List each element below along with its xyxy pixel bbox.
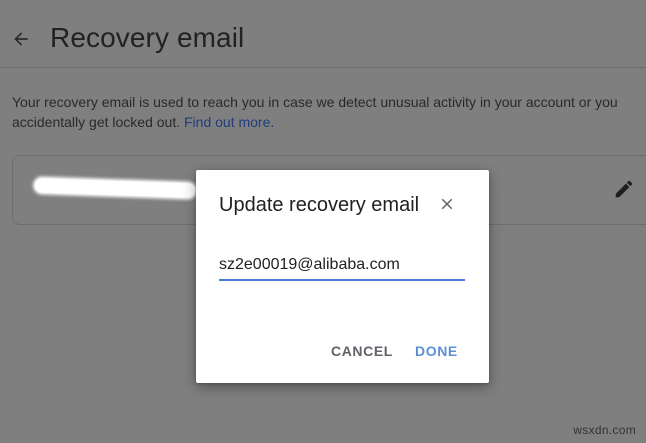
page-title: Recovery email — [50, 22, 245, 53]
cancel-button[interactable]: CANCEL — [325, 339, 399, 363]
pencil-icon — [613, 178, 635, 205]
description-text: Your recovery email is used to reach you… — [12, 94, 618, 130]
close-icon — [438, 195, 456, 218]
recovery-email-input[interactable] — [219, 253, 465, 281]
back-button[interactable] — [8, 28, 34, 54]
close-button[interactable] — [436, 195, 458, 217]
redacted-email-tail — [181, 186, 195, 190]
dialog-title: Update recovery email — [219, 194, 420, 216]
find-out-more-link[interactable]: Find out more. — [184, 114, 274, 130]
watermark: wsxdn.com — [573, 423, 636, 437]
page-description: Your recovery email is used to reach you… — [12, 92, 642, 132]
arrow-back-icon — [11, 29, 31, 54]
update-email-dialog: Update recovery email CANCEL DONE — [196, 170, 489, 383]
header-divider — [0, 67, 646, 68]
done-button[interactable]: DONE — [409, 339, 464, 363]
edit-button[interactable] — [612, 179, 636, 203]
redacted-email — [34, 178, 196, 198]
